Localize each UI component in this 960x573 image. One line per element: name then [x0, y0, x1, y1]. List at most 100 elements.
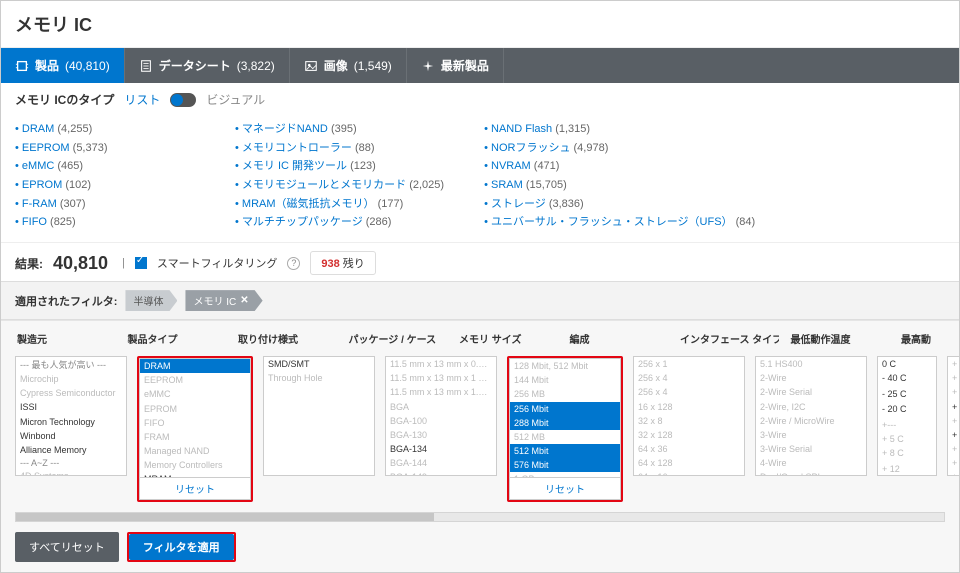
- filter-option[interactable]: + 70 C: [948, 400, 959, 414]
- tab-newest[interactable]: 最新製品: [407, 48, 504, 83]
- filter-option[interactable]: Managed NAND: [140, 444, 250, 458]
- filter-option[interactable]: 1 GB: [510, 472, 620, 478]
- filter-option[interactable]: 256 x 4: [634, 385, 744, 399]
- filter-option[interactable]: 2-Wire, I2C: [756, 400, 866, 414]
- filter-option[interactable]: 16 x 128: [634, 400, 744, 414]
- filter-option[interactable]: 64 x 36: [634, 442, 744, 456]
- filter-option[interactable]: 256 x 1: [634, 357, 744, 371]
- filter-option[interactable]: eMMC: [140, 387, 250, 401]
- filter-option[interactable]: + 5 C: [878, 432, 936, 446]
- reset-all-button[interactable]: すべてリセット: [15, 532, 119, 562]
- filter-option[interactable]: EPROM: [140, 402, 250, 416]
- filter-option[interactable]: BGA-100: [386, 414, 496, 428]
- filter-option[interactable]: BGA: [386, 400, 496, 414]
- view-toggle[interactable]: [170, 93, 196, 107]
- category-link[interactable]: eMMC (465): [15, 157, 195, 176]
- filter-option[interactable]: 64 x 128: [634, 456, 744, 470]
- category-link[interactable]: ストレージ (3,836): [484, 195, 755, 214]
- filter-option[interactable]: - 20 C: [878, 402, 936, 416]
- apply-filters-button[interactable]: フィルタを適用: [129, 534, 234, 560]
- filter-option[interactable]: 256 MB: [510, 387, 620, 401]
- reset-product-type[interactable]: リセット: [139, 478, 251, 500]
- filter-option[interactable]: 11.5 mm x 13 mm x 1.2 mm: [386, 385, 496, 399]
- filter-option[interactable]: EEPROM: [140, 373, 250, 387]
- help-icon[interactable]: ?: [287, 257, 300, 270]
- filter-option[interactable]: Dual/Quad SPI: [756, 470, 866, 476]
- filter-option[interactable]: 288 Mbit: [510, 416, 620, 430]
- category-link[interactable]: メモリモジュールとメモリカード (2,025): [235, 176, 444, 195]
- filter-option[interactable]: + 105: [948, 470, 959, 476]
- category-link[interactable]: マネージドNAND (395): [235, 120, 444, 139]
- filter-option[interactable]: DRAM: [140, 359, 250, 373]
- filter-option[interactable]: + 12: [878, 462, 936, 476]
- category-link[interactable]: DRAM (4,255): [15, 120, 195, 139]
- filter-option[interactable]: MRAM: [140, 472, 250, 478]
- horizontal-scrollbar[interactable]: [15, 512, 945, 522]
- filter-option[interactable]: + 100: [948, 456, 959, 470]
- category-link[interactable]: メモリ IC 開発ツール (123): [235, 157, 444, 176]
- filter-option[interactable]: 512 Mbit: [510, 444, 620, 458]
- filter-option[interactable]: 64 x 16: [634, 470, 744, 476]
- filter-option[interactable]: Memory Controllers: [140, 458, 250, 472]
- filter-option[interactable]: 3-Wire Serial: [756, 442, 866, 456]
- filter-option[interactable]: + 60 C: [948, 385, 959, 399]
- category-link[interactable]: FIFO (825): [15, 213, 195, 232]
- filter-option[interactable]: 2-Wire / MicroWire: [756, 414, 866, 428]
- filter-option[interactable]: + 95 C: [948, 442, 959, 456]
- category-link[interactable]: NORフラッシュ (4,978): [484, 139, 755, 158]
- filter-option[interactable]: 11.5 mm x 13 mm x 1 mm: [386, 371, 496, 385]
- filter-option[interactable]: 2-Wire: [756, 371, 866, 385]
- filter-option[interactable]: 4D Systems: [16, 469, 126, 476]
- tab-datasheets[interactable]: データシート(3,822): [125, 48, 290, 83]
- filter-option[interactable]: +---: [878, 418, 936, 432]
- filter-option[interactable]: ISSI: [16, 400, 126, 414]
- category-link[interactable]: メモリコントローラー (88): [235, 139, 444, 158]
- filter-option[interactable]: Winbond: [16, 429, 126, 443]
- category-link[interactable]: SRAM (15,705): [484, 176, 755, 195]
- filter-option[interactable]: 32 x 128: [634, 428, 744, 442]
- filter-option[interactable]: + 8 C: [878, 446, 936, 460]
- category-link[interactable]: NVRAM (471): [484, 157, 755, 176]
- filter-option[interactable]: BGA-149: [386, 470, 496, 476]
- filter-option[interactable]: BGA-134: [386, 442, 496, 456]
- category-link[interactable]: MRAM（磁気抵抗メモリ） (177): [235, 195, 444, 214]
- list-view-link[interactable]: リスト: [124, 91, 160, 108]
- tab-images[interactable]: 画像(1,549): [290, 48, 407, 83]
- reset-memory-size[interactable]: リセット: [509, 478, 621, 500]
- filter-option[interactable]: 144 Mbit: [510, 373, 620, 387]
- filter-option[interactable]: Alliance Memory: [16, 443, 126, 457]
- filter-option[interactable]: 0 C: [878, 357, 936, 371]
- filter-option[interactable]: FIFO: [140, 416, 250, 430]
- filter-option[interactable]: 128 Mbit, 512 Mbit: [510, 359, 620, 373]
- filter-option[interactable]: 3-Wire: [756, 428, 866, 442]
- filter-option[interactable]: 256 x 4: [634, 371, 744, 385]
- filter-option[interactable]: Microchip: [16, 372, 126, 386]
- filter-option[interactable]: 576 Mbit: [510, 458, 620, 472]
- filter-option[interactable]: 11.5 mm x 13 mm x 0.8 mm: [386, 357, 496, 371]
- filter-option[interactable]: Cypress Semiconductor: [16, 386, 126, 400]
- filter-option[interactable]: + 85 C: [948, 428, 959, 442]
- filter-option[interactable]: - 25 C: [878, 387, 936, 401]
- category-link[interactable]: NAND Flash (1,315): [484, 120, 755, 139]
- category-link[interactable]: EPROM (102): [15, 176, 195, 195]
- category-link[interactable]: EEPROM (5,373): [15, 139, 195, 158]
- filter-option[interactable]: 2-Wire Serial: [756, 385, 866, 399]
- filter-option[interactable]: FRAM: [140, 430, 250, 444]
- filter-option[interactable]: - 40 C: [878, 371, 936, 385]
- filter-option[interactable]: 4-Wire: [756, 456, 866, 470]
- filter-option[interactable]: + 25 C: [948, 357, 959, 371]
- tab-products[interactable]: 製品(40,810): [1, 48, 125, 83]
- crumb-semiconductor[interactable]: 半導体: [125, 290, 177, 311]
- filter-option[interactable]: Through Hole: [264, 371, 374, 385]
- filter-option[interactable]: + 55 C: [948, 371, 959, 385]
- filter-option[interactable]: 32 x 8: [634, 414, 744, 428]
- filter-option[interactable]: + 70 C: [948, 414, 959, 428]
- category-link[interactable]: マルチチップパッケージ (286): [235, 213, 444, 232]
- crumb-memory-ic[interactable]: メモリ IC ✕: [185, 290, 262, 311]
- filter-option[interactable]: BGA-130: [386, 428, 496, 442]
- filter-option[interactable]: BGA-144: [386, 456, 496, 470]
- category-link[interactable]: ユニバーサル・フラッシュ・ストレージ（UFS） (84): [484, 213, 755, 232]
- category-link[interactable]: F-RAM (307): [15, 195, 195, 214]
- filter-option[interactable]: 5.1 HS400: [756, 357, 866, 371]
- filter-option[interactable]: 512 MB: [510, 430, 620, 444]
